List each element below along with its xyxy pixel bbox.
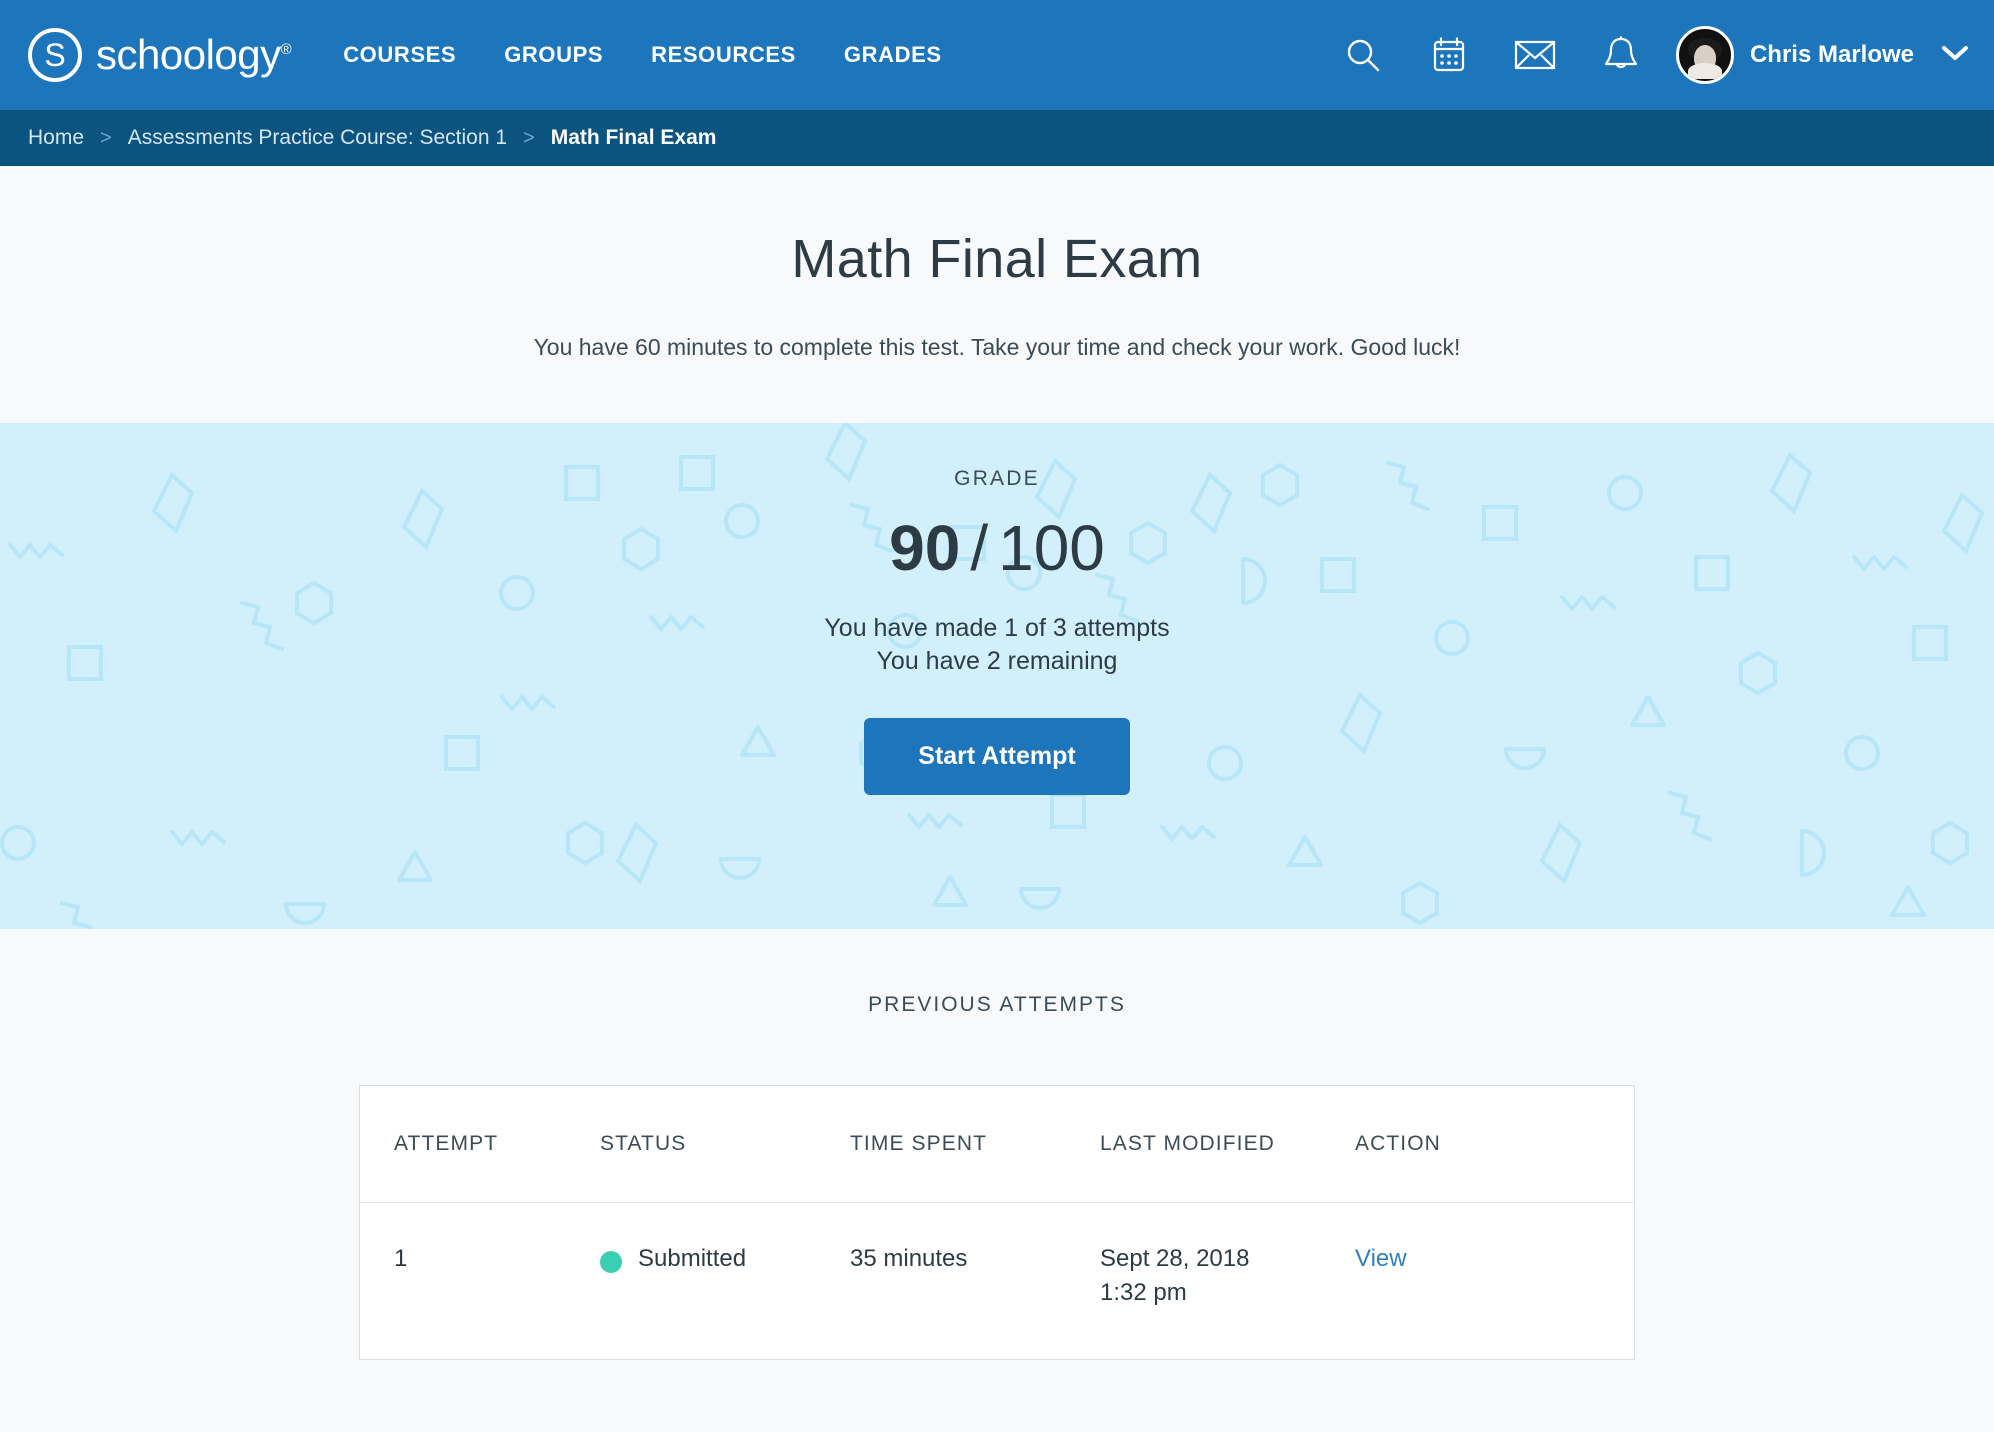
cell-status: Submitted bbox=[600, 1203, 850, 1360]
breadcrumb: Home > Assessments Practice Course: Sect… bbox=[0, 110, 1994, 166]
top-navigation-bar: S schoology® COURSES GROUPS RESOURCES GR… bbox=[0, 0, 1994, 110]
attempts-made-line: You have made 1 of 3 attempts bbox=[824, 614, 1170, 643]
previous-attempts-section: PREVIOUS ATTEMPTS ATTEMPT STATUS TIME SP… bbox=[0, 929, 1994, 1360]
grade-score-value: 90 bbox=[889, 512, 961, 584]
nav-icon-group bbox=[1342, 34, 1642, 76]
start-attempt-button[interactable]: Start Attempt bbox=[864, 718, 1130, 796]
breadcrumb-separator: > bbox=[100, 126, 112, 149]
user-menu[interactable]: Chris Marlowe bbox=[1675, 26, 1970, 84]
status-label: Submitted bbox=[638, 1245, 747, 1272]
grade-score-separator: / bbox=[970, 512, 989, 584]
nav-resources[interactable]: RESOURCES bbox=[651, 42, 796, 68]
attempts-remaining-line: You have 2 remaining bbox=[876, 647, 1118, 676]
last-modified-time: 1:32 pm bbox=[1100, 1279, 1187, 1306]
table-header: ATTEMPT STATUS TIME SPENT LAST MODIFIED … bbox=[360, 1086, 1634, 1203]
breadcrumb-item-course[interactable]: Assessments Practice Course: Section 1 bbox=[128, 126, 507, 150]
grade-content: GRADE 90/100 You have made 1 of 3 attemp… bbox=[0, 423, 1994, 796]
mail-icon[interactable] bbox=[1514, 34, 1556, 76]
grade-score: 90/100 bbox=[0, 512, 1994, 584]
table-body: 1 Submitted 35 minutes Sept 28, 2018 1:3… bbox=[360, 1203, 1634, 1360]
primary-nav-links: COURSES GROUPS RESOURCES GRADES bbox=[343, 42, 941, 68]
grade-score-total: 100 bbox=[998, 512, 1105, 584]
logo-wordmark: schoology® bbox=[96, 31, 292, 78]
schoology-logo[interactable]: S schoology® bbox=[28, 28, 292, 82]
status-dot-icon bbox=[600, 1251, 622, 1273]
table-row: 1 Submitted 35 minutes Sept 28, 2018 1:3… bbox=[360, 1203, 1634, 1360]
breadcrumb-item-current: Math Final Exam bbox=[550, 126, 717, 149]
registered-trademark-icon: ® bbox=[280, 41, 292, 58]
cell-time-spent: 35 minutes bbox=[850, 1245, 968, 1272]
avatar-collar bbox=[1687, 63, 1722, 79]
calendar-icon[interactable] bbox=[1428, 34, 1470, 76]
attempt-info: You have made 1 of 3 attempts You have 2… bbox=[0, 612, 1994, 678]
nav-courses[interactable]: COURSES bbox=[343, 42, 456, 68]
column-header-attempt: ATTEMPT bbox=[360, 1086, 600, 1203]
cell-action: View bbox=[1355, 1203, 1634, 1360]
previous-attempts-heading: PREVIOUS ATTEMPTS bbox=[868, 993, 1126, 1016]
view-attempt-link[interactable]: View bbox=[1355, 1245, 1407, 1272]
bell-icon[interactable] bbox=[1600, 34, 1642, 76]
column-header-action: ACTION bbox=[1355, 1086, 1634, 1203]
breadcrumb-separator: > bbox=[523, 126, 535, 149]
grade-banner: GRADE 90/100 You have made 1 of 3 attemp… bbox=[0, 423, 1994, 929]
page-description: You have 60 minutes to complete this tes… bbox=[533, 334, 1461, 360]
column-header-last-modified: LAST MODIFIED bbox=[1100, 1086, 1355, 1203]
status-badge: Submitted bbox=[600, 1245, 850, 1273]
logo-mark-letter: S bbox=[44, 37, 66, 73]
column-header-time-spent: TIME SPENT bbox=[850, 1086, 1100, 1203]
previous-attempts-table: ATTEMPT STATUS TIME SPENT LAST MODIFIED … bbox=[360, 1086, 1634, 1359]
previous-attempts-card: ATTEMPT STATUS TIME SPENT LAST MODIFIED … bbox=[359, 1085, 1635, 1360]
cell-attempt: 1 bbox=[394, 1245, 408, 1272]
chevron-down-icon[interactable] bbox=[1940, 43, 1970, 68]
schoology-s-logo-icon: S bbox=[28, 28, 82, 82]
grade-label: GRADE bbox=[954, 467, 1040, 490]
page-title: Math Final Exam bbox=[791, 229, 1203, 289]
page-header-section: Math Final Exam You have 60 minutes to c… bbox=[0, 166, 1994, 423]
search-icon[interactable] bbox=[1342, 34, 1384, 76]
breadcrumb-item-home[interactable]: Home bbox=[28, 126, 84, 150]
cell-last-modified: Sept 28, 2018 1:32 pm bbox=[1100, 1203, 1355, 1360]
nav-grades[interactable]: GRADES bbox=[844, 42, 942, 68]
table-header-row: ATTEMPT STATUS TIME SPENT LAST MODIFIED … bbox=[360, 1086, 1634, 1203]
last-modified-date: Sept 28, 2018 bbox=[1100, 1245, 1250, 1272]
nav-groups[interactable]: GROUPS bbox=[504, 42, 603, 68]
column-header-status: STATUS bbox=[600, 1086, 850, 1203]
user-name-label: Chris Marlowe bbox=[1749, 41, 1914, 68]
avatar bbox=[1675, 26, 1734, 84]
